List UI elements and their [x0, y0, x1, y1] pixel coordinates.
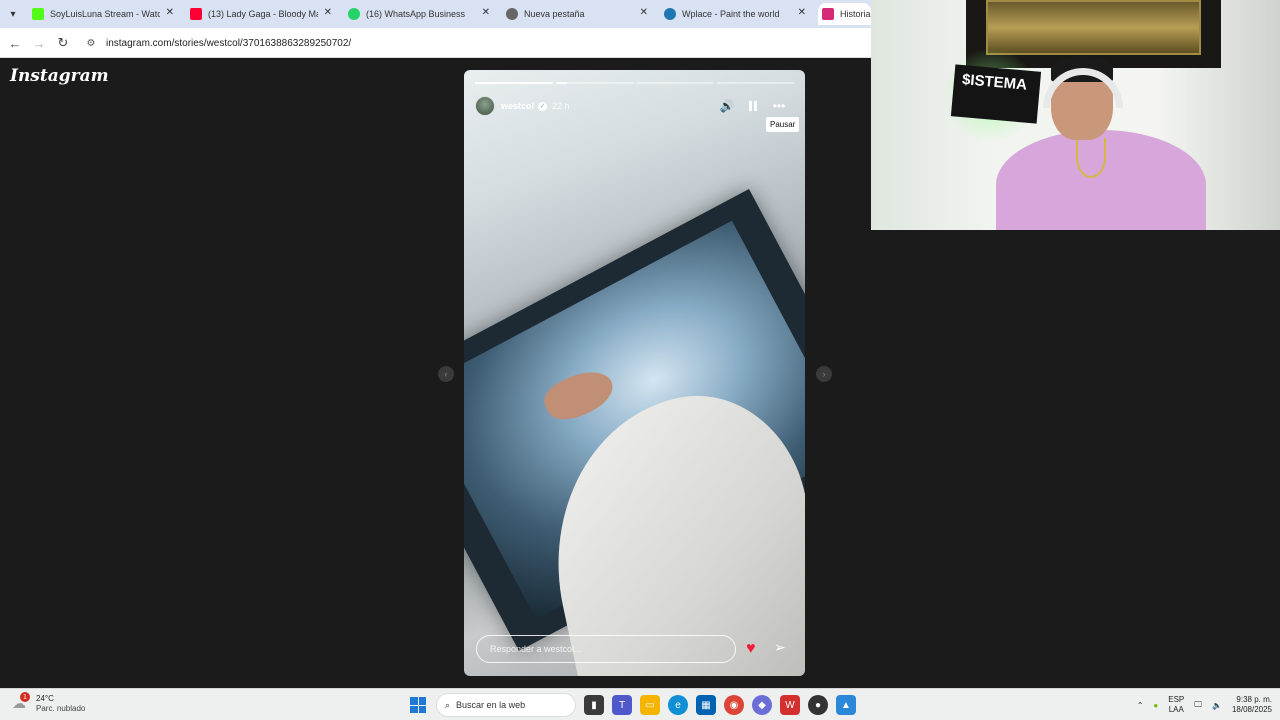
- close-icon[interactable]: ✕: [166, 7, 174, 18]
- tab-whatsapp[interactable]: (16) WhatsApp Business ✕: [344, 3, 496, 25]
- clock-time: 9:38 p. m.: [1236, 695, 1272, 704]
- speaker-icon[interactable]: 🔈: [1212, 701, 1222, 710]
- globe-icon: [664, 8, 676, 20]
- file-explorer-icon[interactable]: ▭: [640, 695, 660, 715]
- tab-soyluisluna[interactable]: SoyLuisLuna Stream - Watch Li ✕: [28, 3, 180, 25]
- url-text: instagram.com/stories/westcol/3701638863…: [106, 37, 352, 49]
- app-icon[interactable]: ◆: [752, 695, 772, 715]
- kick-icon: [32, 8, 44, 20]
- taskbar-search[interactable]: ⌕ Buscar en la web: [436, 693, 576, 717]
- weather-widget[interactable]: ☁ 1 24°C Parc. nublado: [12, 692, 86, 714]
- chrome-icon[interactable]: ◉: [724, 695, 744, 715]
- teams-icon[interactable]: T: [612, 695, 632, 715]
- cloud-sun-icon: ☁ 1: [12, 692, 30, 713]
- network-icon[interactable]: 🖵: [1194, 700, 1202, 710]
- progress-segment: [636, 82, 715, 84]
- search-placeholder: Buscar en la web: [456, 700, 526, 710]
- tab-wplace[interactable]: Wplace - Paint the world ✕: [660, 3, 812, 25]
- pause-tooltip: Pausar: [766, 117, 800, 132]
- next-story-button[interactable]: ›: [816, 366, 832, 382]
- nvidia-icon[interactable]: ●: [1153, 701, 1158, 710]
- progress-segment: [717, 82, 795, 84]
- reload-button[interactable]: ↻: [54, 34, 72, 52]
- story-time: 22 h: [552, 101, 570, 111]
- chrome-icon: [506, 8, 518, 20]
- reply-input[interactable]: Responder a westcol...: [476, 635, 736, 663]
- lang-code: ESP: [1168, 695, 1185, 704]
- story-viewer[interactable]: westcol ✓ 22 h 🔊 ••• Responder a westcol…: [464, 70, 805, 676]
- webcam-overlay: $ISTEMA: [871, 0, 1280, 230]
- windows-start-icon[interactable]: [408, 695, 428, 715]
- instagram-icon: [822, 8, 834, 20]
- story-progress-bar: [475, 82, 795, 84]
- instagram-logo[interactable]: Instagram: [10, 66, 109, 86]
- notification-badge: 1: [20, 692, 30, 702]
- back-button[interactable]: ←: [6, 34, 24, 52]
- taskbar-apps: ⌕ Buscar en la web ▮ T ▭ e ▦ ◉ ◆ W ● ▲: [408, 693, 856, 717]
- tab-historias[interactable]: Historias: [818, 3, 871, 25]
- story-username[interactable]: westcol: [501, 101, 534, 111]
- more-options-icon[interactable]: •••: [771, 98, 787, 114]
- tab-nueva-pestana[interactable]: Nueva pestaña ✕: [502, 3, 654, 25]
- language-indicator[interactable]: ESP LAA: [1168, 695, 1184, 715]
- send-icon[interactable]: ➢: [774, 639, 786, 656]
- obs-icon[interactable]: ●: [808, 695, 828, 715]
- windows-taskbar: ☁ 1 24°C Parc. nublado ⌕ Buscar en la we…: [0, 688, 1280, 720]
- progress-segment: [555, 82, 634, 84]
- chevron-up-icon[interactable]: ⌃: [1137, 701, 1144, 710]
- search-icon: ⌕: [445, 699, 451, 710]
- pause-button[interactable]: [745, 98, 761, 114]
- avatar[interactable]: [475, 96, 495, 116]
- tab-search-button[interactable]: ▾: [4, 5, 22, 23]
- volume-icon[interactable]: 🔊: [719, 98, 735, 114]
- photos-icon[interactable]: ▲: [836, 695, 856, 715]
- streamer-image: [996, 56, 1206, 230]
- forward-button[interactable]: →: [30, 34, 48, 52]
- store-icon[interactable]: ▦: [696, 695, 716, 715]
- tab-lady-gaga[interactable]: (13) Lady Gaga - Bloody Mary ( ✕: [186, 3, 338, 25]
- weather-temp: 24°C: [36, 694, 54, 703]
- close-icon[interactable]: ✕: [798, 7, 806, 18]
- weather-desc: Parc. nublado: [36, 704, 86, 713]
- address-bar[interactable]: ⚙ instagram.com/stories/westcol/37016388…: [80, 32, 870, 54]
- youtube-icon: [190, 8, 202, 20]
- site-info-icon[interactable]: ⚙: [84, 36, 98, 50]
- heart-icon[interactable]: ♥: [746, 640, 756, 658]
- close-icon[interactable]: ✕: [482, 7, 490, 18]
- story-header: westcol ✓ 22 h 🔊 •••: [475, 94, 795, 118]
- clock-date: 18/08/2025: [1231, 705, 1272, 714]
- whatsapp-icon: [348, 8, 360, 20]
- edge-icon[interactable]: e: [668, 695, 688, 715]
- previous-story-button[interactable]: ‹: [438, 366, 454, 382]
- wps-icon[interactable]: W: [780, 695, 800, 715]
- close-icon[interactable]: ✕: [640, 7, 648, 18]
- clock[interactable]: 9:38 p. m. 18/08/2025: [1232, 695, 1272, 715]
- close-icon[interactable]: ✕: [324, 7, 332, 18]
- system-tray: ⌃ ● ESP LAA 🖵 🔈 9:38 p. m. 18/08/2025: [1137, 693, 1272, 717]
- verified-badge-icon: ✓: [538, 101, 548, 111]
- screen: ▾ SoyLuisLuna Stream - Watch Li ✕ (13) L…: [0, 0, 1280, 720]
- lang-layout: LAA: [1168, 705, 1184, 714]
- pause-icon: [745, 98, 761, 114]
- terminal-icon[interactable]: ▮: [584, 695, 604, 715]
- progress-segment: [475, 82, 553, 84]
